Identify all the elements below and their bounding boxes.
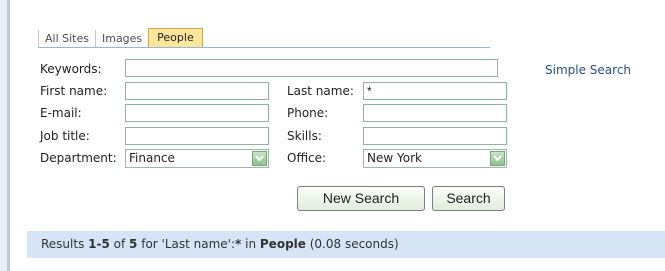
results-time: (0.08 seconds): [305, 237, 399, 251]
results-summary-bar: Results 1-5 of 5 for 'Last name':* in Pe…: [27, 231, 665, 258]
first-name-input[interactable]: [125, 82, 269, 100]
first-name-label: First name:: [40, 84, 108, 98]
job-title-input[interactable]: [125, 127, 269, 145]
results-scope: People: [259, 237, 306, 251]
office-select-value: New York: [367, 151, 422, 165]
email-input[interactable]: [125, 104, 269, 122]
office-select[interactable]: New York: [363, 149, 507, 168]
results-for-text: for 'Last name':: [137, 237, 236, 251]
results-in-text: in: [241, 237, 260, 251]
last-name-input[interactable]: [363, 82, 507, 100]
chevron-down-icon[interactable]: [252, 151, 267, 166]
department-select[interactable]: Finance: [125, 149, 269, 168]
chevron-down-icon[interactable]: [490, 151, 505, 166]
skills-label: Skills:: [287, 129, 322, 143]
tab-people[interactable]: People: [148, 28, 203, 47]
keywords-label: Keywords:: [40, 62, 102, 76]
last-name-label: Last name:: [287, 84, 354, 98]
sidebar-stripe: [7, 0, 10, 271]
office-label: Office:: [287, 151, 327, 165]
left-sidebar-edge: [0, 0, 10, 271]
new-search-button[interactable]: New Search: [297, 186, 425, 211]
keywords-input[interactable]: [125, 59, 498, 77]
skills-input[interactable]: [363, 127, 507, 145]
tab-images[interactable]: Images: [94, 30, 148, 47]
results-prefix: Results: [41, 237, 89, 251]
phone-input[interactable]: [363, 104, 507, 122]
search-scope-tabs: All Sites Images People: [38, 28, 203, 47]
phone-label: Phone:: [287, 106, 329, 120]
email-label: E-mail:: [40, 106, 82, 120]
department-label: Department:: [40, 151, 117, 165]
department-select-value: Finance: [129, 151, 175, 165]
search-button[interactable]: Search: [432, 186, 505, 211]
tab-underline: [38, 47, 490, 48]
results-range: 1-5: [88, 237, 110, 251]
results-of: of: [109, 237, 130, 251]
tab-all-sites[interactable]: All Sites: [38, 30, 95, 47]
job-title-label: Job title:: [40, 129, 90, 143]
simple-search-link[interactable]: Simple Search: [545, 61, 631, 79]
